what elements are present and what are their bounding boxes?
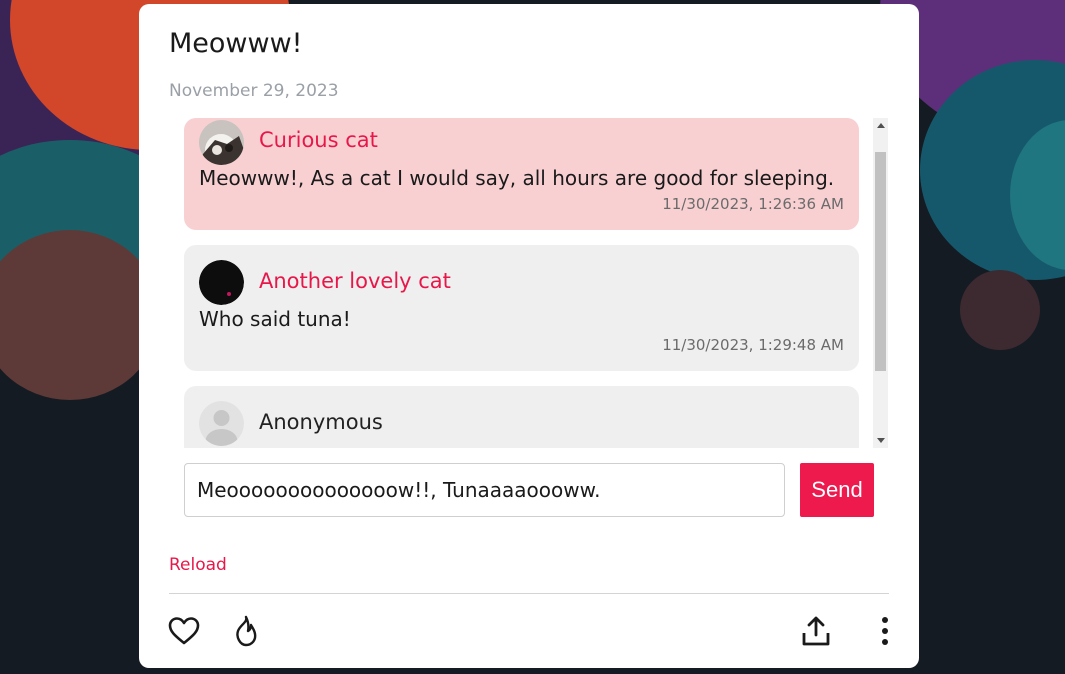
- comment-item: Another lovely cat Who said tuna! 11/30/…: [184, 245, 859, 371]
- comment-author: Curious cat: [259, 128, 378, 152]
- comment-input[interactable]: [184, 463, 785, 517]
- comment-author: Anonymous: [259, 410, 383, 434]
- comments-list[interactable]: Curious cat Meowww!, As a cat I would sa…: [184, 118, 888, 448]
- avatar: [199, 120, 244, 165]
- comment-item: Curious cat Meowww!, As a cat I would sa…: [184, 118, 859, 230]
- scroll-up-arrow-icon[interactable]: [873, 118, 888, 133]
- comment-timestamp: 11/30/2023, 1:29:48 AM: [662, 336, 844, 354]
- scroll-down-arrow-icon[interactable]: [873, 433, 888, 448]
- send-button[interactable]: Send: [800, 463, 874, 517]
- post-title: Meowww!: [169, 28, 303, 59]
- share-icon[interactable]: [799, 613, 833, 649]
- more-vertical-icon[interactable]: [868, 613, 902, 649]
- comment-text: Who said tuna!: [199, 307, 351, 331]
- flame-icon[interactable]: [229, 613, 263, 649]
- post-date: November 29, 2023: [169, 81, 339, 101]
- reload-link[interactable]: Reload: [169, 555, 227, 575]
- comment-author: Another lovely cat: [259, 269, 451, 293]
- comments-scrollbar[interactable]: [873, 118, 888, 448]
- post-card: Meowww! November 29, 2023 Curious cat Me…: [139, 4, 919, 668]
- heart-icon[interactable]: [167, 613, 201, 649]
- divider: [169, 593, 889, 594]
- avatar: [199, 260, 244, 305]
- comment-timestamp: 11/30/2023, 1:26:36 AM: [662, 195, 844, 213]
- avatar: [199, 401, 244, 446]
- comment-item: Anonymous: [184, 386, 859, 448]
- scrollbar-thumb[interactable]: [875, 152, 886, 371]
- comment-text: Meowww!, As a cat I would say, all hours…: [199, 166, 835, 190]
